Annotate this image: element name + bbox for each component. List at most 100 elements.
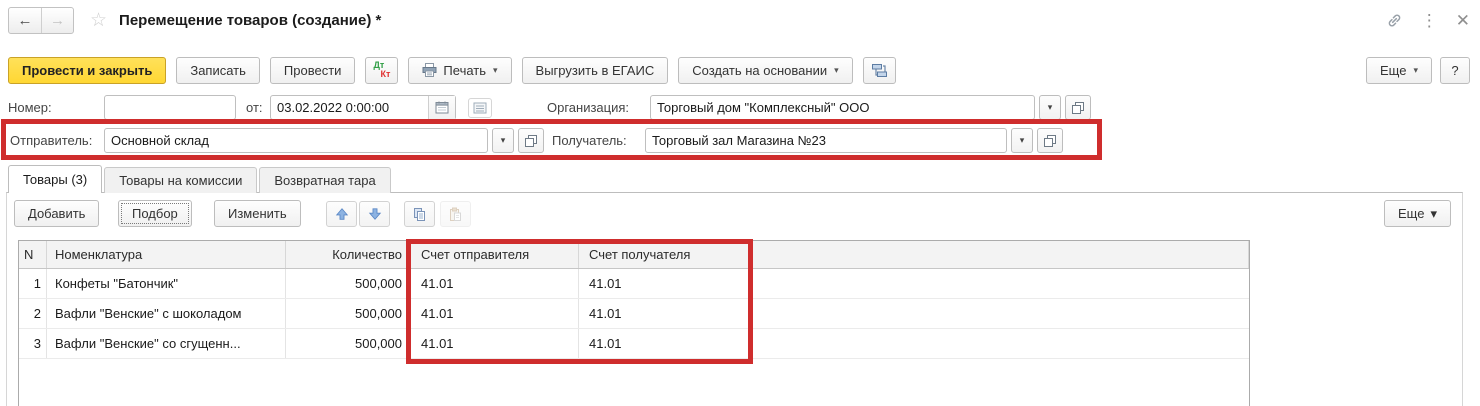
cell-sender-account[interactable]: 41.01	[411, 269, 579, 298]
upload-egais-button[interactable]: Выгрузить в ЕГАИС	[522, 57, 669, 84]
window-controls: ⋮ ✕	[1386, 12, 1470, 29]
column-header-nomenclature[interactable]: Номенклатура	[47, 241, 286, 268]
open-icon	[1044, 135, 1056, 147]
more-menu-button[interactable]: ⋮	[1421, 12, 1438, 29]
post-button[interactable]: Провести	[270, 57, 356, 84]
dropdown-caret-icon: ▾	[493, 65, 498, 76]
sender-label: Отправитель:	[10, 133, 92, 148]
tab-returnable-packaging[interactable]: Возвратная тара	[259, 167, 390, 193]
nav-button-group: ← →	[8, 7, 74, 34]
move-up-button[interactable]	[326, 201, 357, 227]
table-row[interactable]: 1 Конфеты "Батончик" 500,000 41.01 41.01	[19, 269, 1249, 299]
organization-input[interactable]	[650, 95, 1035, 120]
paste-icon	[448, 207, 463, 222]
copy-button[interactable]	[404, 201, 435, 227]
sender-input[interactable]	[104, 128, 488, 153]
link-button[interactable]	[1386, 12, 1403, 29]
close-button[interactable]: ✕	[1456, 12, 1470, 29]
cell-receiver-account[interactable]: 41.01	[579, 329, 749, 358]
more-actions-button[interactable]: Еще▾	[1366, 57, 1432, 84]
column-header-receiver-account[interactable]: Счет получателя	[579, 241, 749, 268]
pick-button[interactable]: Подбор	[118, 200, 192, 227]
dropdown-caret-icon: ▾	[1430, 206, 1437, 222]
move-down-button[interactable]	[359, 201, 390, 227]
cell-row-number[interactable]: 3	[19, 329, 47, 358]
print-button[interactable]: Печать▾	[408, 57, 511, 84]
organization-dropdown-button[interactable]: ▾	[1039, 95, 1061, 120]
cell-filler	[749, 269, 1249, 298]
column-header-sender-account[interactable]: Счет отправителя	[411, 241, 579, 268]
cell-nomenclature[interactable]: Конфеты "Батончик"	[47, 269, 286, 298]
date-field-group	[270, 95, 456, 120]
column-header-n[interactable]: N	[19, 241, 47, 268]
column-header-filler	[749, 241, 1249, 268]
sender-dropdown-button[interactable]: ▾	[492, 128, 514, 153]
organization-label: Организация:	[547, 100, 629, 115]
edit-button[interactable]: Изменить	[214, 200, 301, 227]
copy-icon	[412, 207, 427, 222]
tab-commission-goods[interactable]: Товары на комиссии	[104, 167, 257, 193]
cell-row-number[interactable]: 2	[19, 299, 47, 328]
table-row[interactable]: 3 Вафли "Венские" со сгущенн... 500,000 …	[19, 329, 1249, 359]
receiver-input[interactable]	[645, 128, 1007, 153]
cell-sender-account[interactable]: 41.01	[411, 329, 579, 358]
more-vert-icon: ⋮	[1421, 11, 1438, 30]
open-icon	[1072, 102, 1084, 114]
cell-sender-account[interactable]: 41.01	[411, 299, 579, 328]
page-title: Перемещение товаров (создание) *	[119, 12, 381, 29]
dt-kt-icon: ДтКт	[373, 61, 390, 80]
table-body: 1 Конфеты "Батончик" 500,000 41.01 41.01…	[19, 269, 1249, 359]
document-form-window: ← → ☆ Перемещение товаров (создание) * ⋮…	[0, 0, 1480, 406]
items-table: N Номенклатура Количество Счет отправите…	[18, 240, 1250, 406]
close-icon: ✕	[1456, 11, 1470, 30]
back-arrow-icon: ←	[18, 12, 33, 29]
help-button[interactable]: ?	[1440, 57, 1470, 84]
number-input[interactable]	[104, 95, 236, 120]
table-row[interactable]: 2 Вафли "Венские" с шоколадом 500,000 41…	[19, 299, 1249, 329]
related-documents-icon	[871, 63, 888, 78]
create-based-on-button[interactable]: Создать на основании▾	[678, 57, 852, 84]
dropdown-caret-icon: ▾	[834, 65, 839, 76]
show-postings-button[interactable]: ДтКт	[365, 57, 398, 84]
chevron-down-icon: ▾	[501, 135, 506, 146]
cell-quantity[interactable]: 500,000	[286, 299, 411, 328]
printer-icon	[422, 63, 437, 77]
cell-nomenclature[interactable]: Вафли "Венские" с шоколадом	[47, 299, 286, 328]
receiver-open-button[interactable]	[1037, 128, 1063, 153]
sender-open-button[interactable]	[518, 128, 544, 153]
command-bar: Провести и закрыть Записать Провести ДтК…	[8, 56, 1470, 84]
organization-open-button[interactable]	[1065, 95, 1091, 120]
open-icon	[525, 135, 537, 147]
cell-filler	[749, 299, 1249, 328]
cell-nomenclature[interactable]: Вафли "Венские" со сгущенн...	[47, 329, 286, 358]
forward-button[interactable]: →	[41, 8, 73, 33]
cell-receiver-account[interactable]: 41.01	[579, 269, 749, 298]
list-icon	[473, 102, 487, 114]
open-list-button[interactable]	[468, 98, 492, 118]
receiver-dropdown-button[interactable]: ▾	[1011, 128, 1033, 153]
command-bar-right: Еще▾ ?	[1366, 57, 1470, 84]
cell-quantity[interactable]: 500,000	[286, 269, 411, 298]
cell-receiver-account[interactable]: 41.01	[579, 299, 749, 328]
cell-quantity[interactable]: 500,000	[286, 329, 411, 358]
add-button[interactable]: Добавить	[14, 200, 99, 227]
items-more-button[interactable]: Еще▾	[1384, 200, 1451, 227]
related-documents-button[interactable]	[863, 57, 896, 84]
post-and-close-button[interactable]: Провести и закрыть	[8, 57, 166, 84]
tab-bar: Товары (3) Товары на комиссии Возвратная…	[8, 165, 393, 193]
date-input[interactable]	[271, 96, 428, 119]
number-label: Номер:	[8, 100, 52, 115]
cell-row-number[interactable]: 1	[19, 269, 47, 298]
tab-goods[interactable]: Товары (3)	[8, 165, 102, 193]
back-button[interactable]: ←	[9, 8, 41, 33]
move-up-icon	[335, 207, 349, 221]
form-header: ← → ☆ Перемещение товаров (создание) * ⋮…	[8, 6, 1470, 34]
calendar-button[interactable]	[428, 96, 455, 119]
calendar-icon	[435, 101, 449, 114]
paste-button[interactable]	[440, 201, 471, 227]
write-button[interactable]: Записать	[176, 57, 260, 84]
move-down-icon	[368, 207, 382, 221]
favorite-star-icon[interactable]: ☆	[90, 11, 107, 30]
column-header-quantity[interactable]: Количество	[286, 241, 411, 268]
chevron-down-icon: ▾	[1020, 135, 1025, 146]
